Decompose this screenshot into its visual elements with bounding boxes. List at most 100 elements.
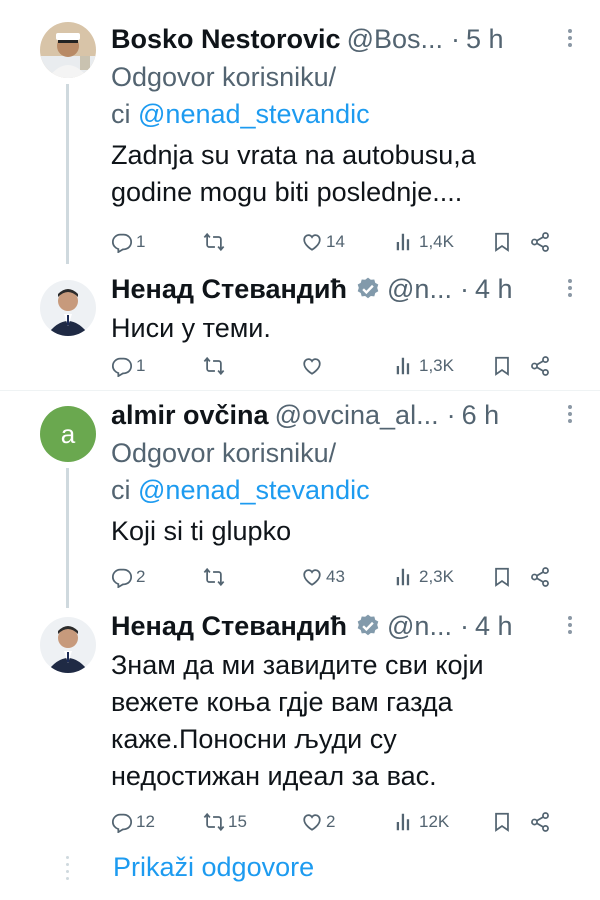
action-bar: 1 14 1,4K [111,229,581,255]
action-bar: 2 43 2,3K [111,564,581,590]
share-icon [529,231,551,253]
bookmark-icon [491,566,513,588]
share-button[interactable] [529,809,551,835]
like-button[interactable]: 43 [301,564,345,590]
avatar-bosko[interactable] [40,22,96,78]
more-icon[interactable] [566,26,574,52]
thread-continuation-dots [64,856,70,884]
avatar-nenad[interactable] [40,617,96,673]
reply-button[interactable]: 2 [111,564,145,590]
retweet-button[interactable] [203,353,228,379]
tweet-2[interactable]: Ненад Стевандић @n... · 4 h Ниси у теми.… [0,272,600,382]
more-icon[interactable] [566,402,574,428]
views-icon [394,355,416,377]
mention-link[interactable]: @nenad_stevandic [138,475,370,505]
bookmark-icon [491,355,513,377]
verified-icon [355,276,381,302]
timestamp[interactable]: 4 h [475,611,513,642]
share-button[interactable] [529,353,551,379]
retweet-icon [203,811,225,833]
timestamp[interactable]: 5 h [466,24,504,55]
tweet-text: Koji si ti glupko [111,516,292,546]
views-button[interactable]: 1,3K [394,353,454,379]
timestamp[interactable]: 6 h [462,400,500,431]
reply-icon [111,355,133,377]
author-handle[interactable]: @n... [387,611,452,642]
separator-dot: · [459,610,469,641]
tweet-3[interactable]: a almir ovčina @ovcina_al... · 6 h Odgov… [0,398,600,608]
divider [0,390,600,391]
verified-icon [355,613,381,639]
retweet-button[interactable] [203,564,228,590]
reply-button[interactable]: 12 [111,809,155,835]
views-icon [394,566,416,588]
share-icon [529,355,551,377]
tweet-text: Знам да ми завидите сви који вежете коња… [111,650,484,791]
thread-line [66,468,69,608]
bookmark-button[interactable] [491,353,513,379]
author-handle[interactable]: @Bos... [347,24,443,55]
action-bar: 1 1,3K [111,353,581,379]
like-button[interactable]: 2 [301,809,335,835]
bookmark-icon [491,811,513,833]
author-name[interactable]: almir ovčina [111,400,269,431]
bookmark-button[interactable] [491,809,513,835]
views-icon [394,231,416,253]
avatar-almir[interactable]: a [40,406,96,462]
retweet-button[interactable] [203,229,228,255]
like-icon [301,231,323,253]
reply-icon [111,231,133,253]
like-icon [301,355,323,377]
views-button[interactable]: 2,3K [394,564,454,590]
separator-dot: · [459,273,469,304]
like-button[interactable]: 14 [301,229,345,255]
author-name[interactable]: Bosko Nestorovic [111,24,341,55]
avatar-nenad[interactable] [40,280,96,336]
views-icon [394,811,416,833]
show-replies-link[interactable]: Prikaži odgovore [113,852,314,883]
retweet-icon [203,566,225,588]
avatar-image [40,617,96,673]
share-button[interactable] [529,564,551,590]
views-button[interactable]: 1,4K [394,229,454,255]
retweet-icon [203,355,225,377]
reply-icon [111,566,133,588]
mention-link[interactable]: @nenad_stevandic [138,99,370,129]
like-icon [301,566,323,588]
more-icon[interactable] [566,276,574,302]
bookmark-button[interactable] [491,229,513,255]
bookmark-button[interactable] [491,564,513,590]
separator-dot: · [446,399,456,430]
separator-dot: · [451,23,461,54]
reply-button[interactable]: 1 [111,229,145,255]
thread-line [66,84,69,264]
avatar-image [40,22,96,78]
bookmark-icon [491,231,513,253]
more-icon[interactable] [566,613,574,639]
author-handle[interactable]: @ovcina_al... [275,400,439,431]
tweet-text: Zadnja su vrata na autobusu,a godine mog… [111,140,476,207]
author-name[interactable]: Ненад Стевандић [111,274,347,305]
tweet-4[interactable]: Ненад Стевандић @n... · 4 h Знам да ми з… [0,609,600,839]
share-button[interactable] [529,229,551,255]
tweet-1[interactable]: Bosko Nestorovic @Bos... · 5 h Odgovor k… [0,22,600,264]
replying-to: Odgovor korisniku/ ci @nenad_stevandic [111,62,370,129]
author-name[interactable]: Ненад Стевандић [111,611,347,642]
reply-icon [111,811,133,833]
avatar-image [40,280,96,336]
views-button[interactable]: 12K [394,809,449,835]
like-button[interactable] [301,353,326,379]
like-icon [301,811,323,833]
retweet-button[interactable]: 15 [203,809,247,835]
reply-button[interactable]: 1 [111,353,145,379]
replying-to: Odgovor korisniku/ ci @nenad_stevandic [111,438,370,505]
tweet-text: Ниси у теми. [111,313,271,343]
action-bar: 12 15 2 12K [111,809,581,835]
retweet-icon [203,231,225,253]
share-icon [529,811,551,833]
share-icon [529,566,551,588]
timestamp[interactable]: 4 h [475,274,513,305]
author-handle[interactable]: @n... [387,274,452,305]
avatar-letter: a [60,418,76,449]
tweet-thread: Bosko Nestorovic @Bos... · 5 h Odgovor k… [0,0,600,900]
